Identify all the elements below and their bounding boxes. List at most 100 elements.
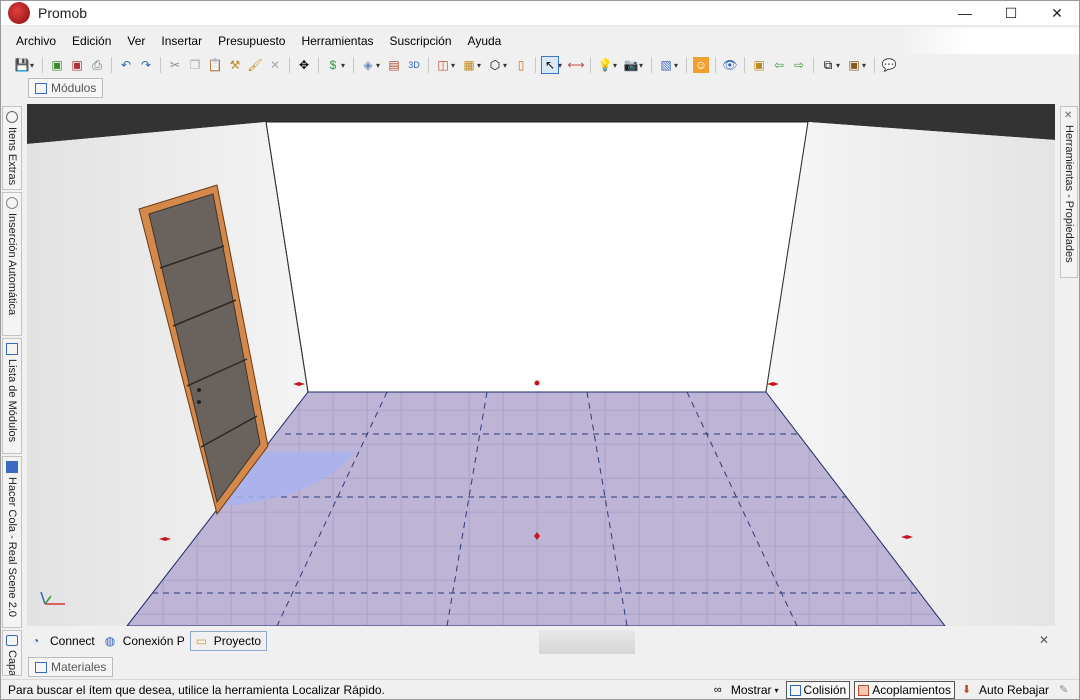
coupling-icon [858,684,870,696]
menu-presupuesto[interactable]: Presupuesto [210,34,293,48]
room-scene[interactable] [27,104,1055,626]
materials-tab[interactable]: Materiales [28,657,114,677]
tab-proyecto[interactable]: ▭ Proyecto [189,631,268,651]
save-dropdown-icon[interactable]: ▾ [30,61,38,70]
shape-dropdown-icon[interactable]: ▾ [503,61,511,70]
layers-icon [6,635,18,647]
materials-icon [35,661,47,673]
select-icon[interactable]: ↖ [541,56,559,74]
tab-insercion-automatica[interactable]: Inserción Automática [2,192,22,336]
light-icon[interactable]: 💡 [597,57,613,73]
tab-lista-modulos-label: Lista de Módulos [6,359,18,443]
3d-viewport[interactable] [27,104,1055,626]
export-icon[interactable]: ▣ [49,57,65,73]
globe-icon: ◍ [104,634,116,648]
status-message: Para buscar el ítem que desea, utilice l… [8,683,385,697]
tab-insercion-automatica-label: Inserción Automática [6,213,18,316]
layers-dropdown-icon[interactable]: ▾ [376,61,384,70]
menu-suscripcion[interactable]: Suscripción [382,34,460,48]
move-icon[interactable]: ✥ [296,57,312,73]
menu-ver[interactable]: Ver [119,34,153,48]
paint-icon[interactable]: 🖌 [247,57,263,73]
title-bar: Promob — ☐ ✕ [0,0,1080,26]
hammer-icon[interactable]: ⚒ [227,57,243,73]
menu-herramientas[interactable]: Herramientas [293,34,381,48]
mostrar-label: Mostrar [730,683,772,697]
colision-toggle[interactable]: Colisión [785,681,851,699]
auto-rebajar-icon: ⬇ [961,684,972,696]
layers-icon[interactable]: ◈ [360,57,376,73]
view-dropdown-icon[interactable]: ▾ [836,61,844,70]
box-dropdown-icon[interactable]: ▾ [862,61,870,70]
collision-icon [789,684,801,696]
tab-herramientas-propiedades-label: Herramientas - Propiedades [1063,125,1075,263]
menu-bar: Archivo Edición Ver Insertar Presupuesto… [0,28,1080,54]
wall-dropdown-icon[interactable]: ▾ [451,61,459,70]
chat-icon[interactable]: 💬 [881,57,897,73]
view-icon[interactable]: ⧉ [820,57,836,73]
tab-connect[interactable]: ◔ Connect [27,631,100,651]
menu-insertar[interactable]: Insertar [153,34,210,48]
save-icon[interactable]: 💾 [14,57,30,73]
acoplamientos-toggle[interactable]: Acoplamientos [854,681,955,699]
render-icon[interactable]: ▣ [751,57,767,73]
tab-hacer-cola[interactable]: Hacer Cola - Real Scene 2.0 [2,456,22,628]
measure-icon[interactable]: ⟷ [567,57,584,73]
light-dropdown-icon[interactable]: ▾ [613,61,621,70]
auto-rebajar-toggle[interactable]: ⬇ Auto Rebajar [959,681,1052,699]
camera-dropdown-icon[interactable]: ▾ [639,61,647,70]
tab-proyecto-label: Proyecto [213,634,262,648]
undo-icon[interactable]: ↶ [118,57,134,73]
tab-lista-modulos[interactable]: Lista de Módulos [2,338,22,454]
camera-icon[interactable]: 📷 [623,57,639,73]
eye-icon[interactable]: 👁 [722,57,738,73]
3d-icon[interactable]: 3D [406,57,422,73]
brick-icon[interactable]: ▦ [461,57,477,73]
menu-ayuda[interactable]: Ayuda [460,34,510,48]
door-icon[interactable]: ▯ [513,57,529,73]
user-icon[interactable]: ☺ [693,57,709,73]
tab-itens-extras[interactable]: Itens Extras [2,106,22,190]
paste-icon[interactable]: 📋 [207,57,223,73]
shape-icon[interactable]: ⬡ [487,57,503,73]
print-preview-icon[interactable]: ▣ [69,57,85,73]
palette-dropdown-icon[interactable]: ▾ [674,61,682,70]
pencil-button[interactable]: ✎ [1056,681,1076,699]
modules-tab[interactable]: Módulos [28,78,104,98]
arrow-left-icon[interactable]: ⇦ [771,57,787,73]
close-button[interactable]: ✕ [1034,0,1080,26]
brick-dropdown-icon[interactable]: ▾ [477,61,485,70]
minimize-button[interactable]: — [942,0,988,26]
tab-itens-extras-label: Itens Extras [6,127,18,186]
price-dropdown-icon[interactable]: ▾ [341,61,349,70]
price-icon[interactable]: $ [325,57,341,73]
bottom-tab-bar: ◔ Connect ◍ Conexión P ▭ Proyecto ✕ [27,630,1055,654]
tab-conexion-p-label: Conexión P [122,634,185,648]
main-toolbar: 💾 ▾ ▣ ▣ ⎙ ↶ ↷ ✂ ❐ 📋 ⚒ 🖌 ✕ ✥ $ ▾ ◈ ▾ ▤ 3D ◫ ▾… [0,53,1080,77]
print-icon[interactable]: ⎙ [89,57,105,73]
queue-icon [6,461,18,473]
maximize-button[interactable]: ☐ [988,0,1034,26]
menu-archivo[interactable]: Archivo [8,34,64,48]
select-dropdown-icon[interactable]: ▾ [558,61,566,70]
close-panel-icon[interactable]: ✕ [1039,633,1049,647]
menu-edicion[interactable]: Edición [64,34,119,48]
cut-icon[interactable]: ✂ [167,57,183,73]
left-side-panel: Itens Extras Inserción Automática Lista … [2,106,22,676]
menubar-fade [900,28,1080,54]
redo-icon[interactable]: ↷ [138,57,154,73]
arrow-right-icon[interactable]: ⇨ [791,57,807,73]
back-wall [265,121,809,393]
delete-icon[interactable]: ✕ [267,57,283,73]
tab-conexion-p[interactable]: ◍ Conexión P [100,631,190,651]
auto-rebajar-label: Auto Rebajar [978,683,1049,697]
dimension-icon[interactable]: ▤ [386,57,402,73]
tab-capas[interactable]: Capas [2,630,22,676]
copy-icon[interactable]: ❐ [187,57,203,73]
tab-herramientas-propiedades[interactable]: ✕ Herramientas - Propiedades [1060,106,1078,278]
quick-locate-box[interactable] [539,630,635,654]
mostrar-button[interactable]: ∞ Mostrar ▾ [711,681,782,699]
palette-icon[interactable]: ▧ [658,57,674,73]
box-icon[interactable]: ▣ [846,57,862,73]
wall-icon[interactable]: ◫ [435,57,451,73]
